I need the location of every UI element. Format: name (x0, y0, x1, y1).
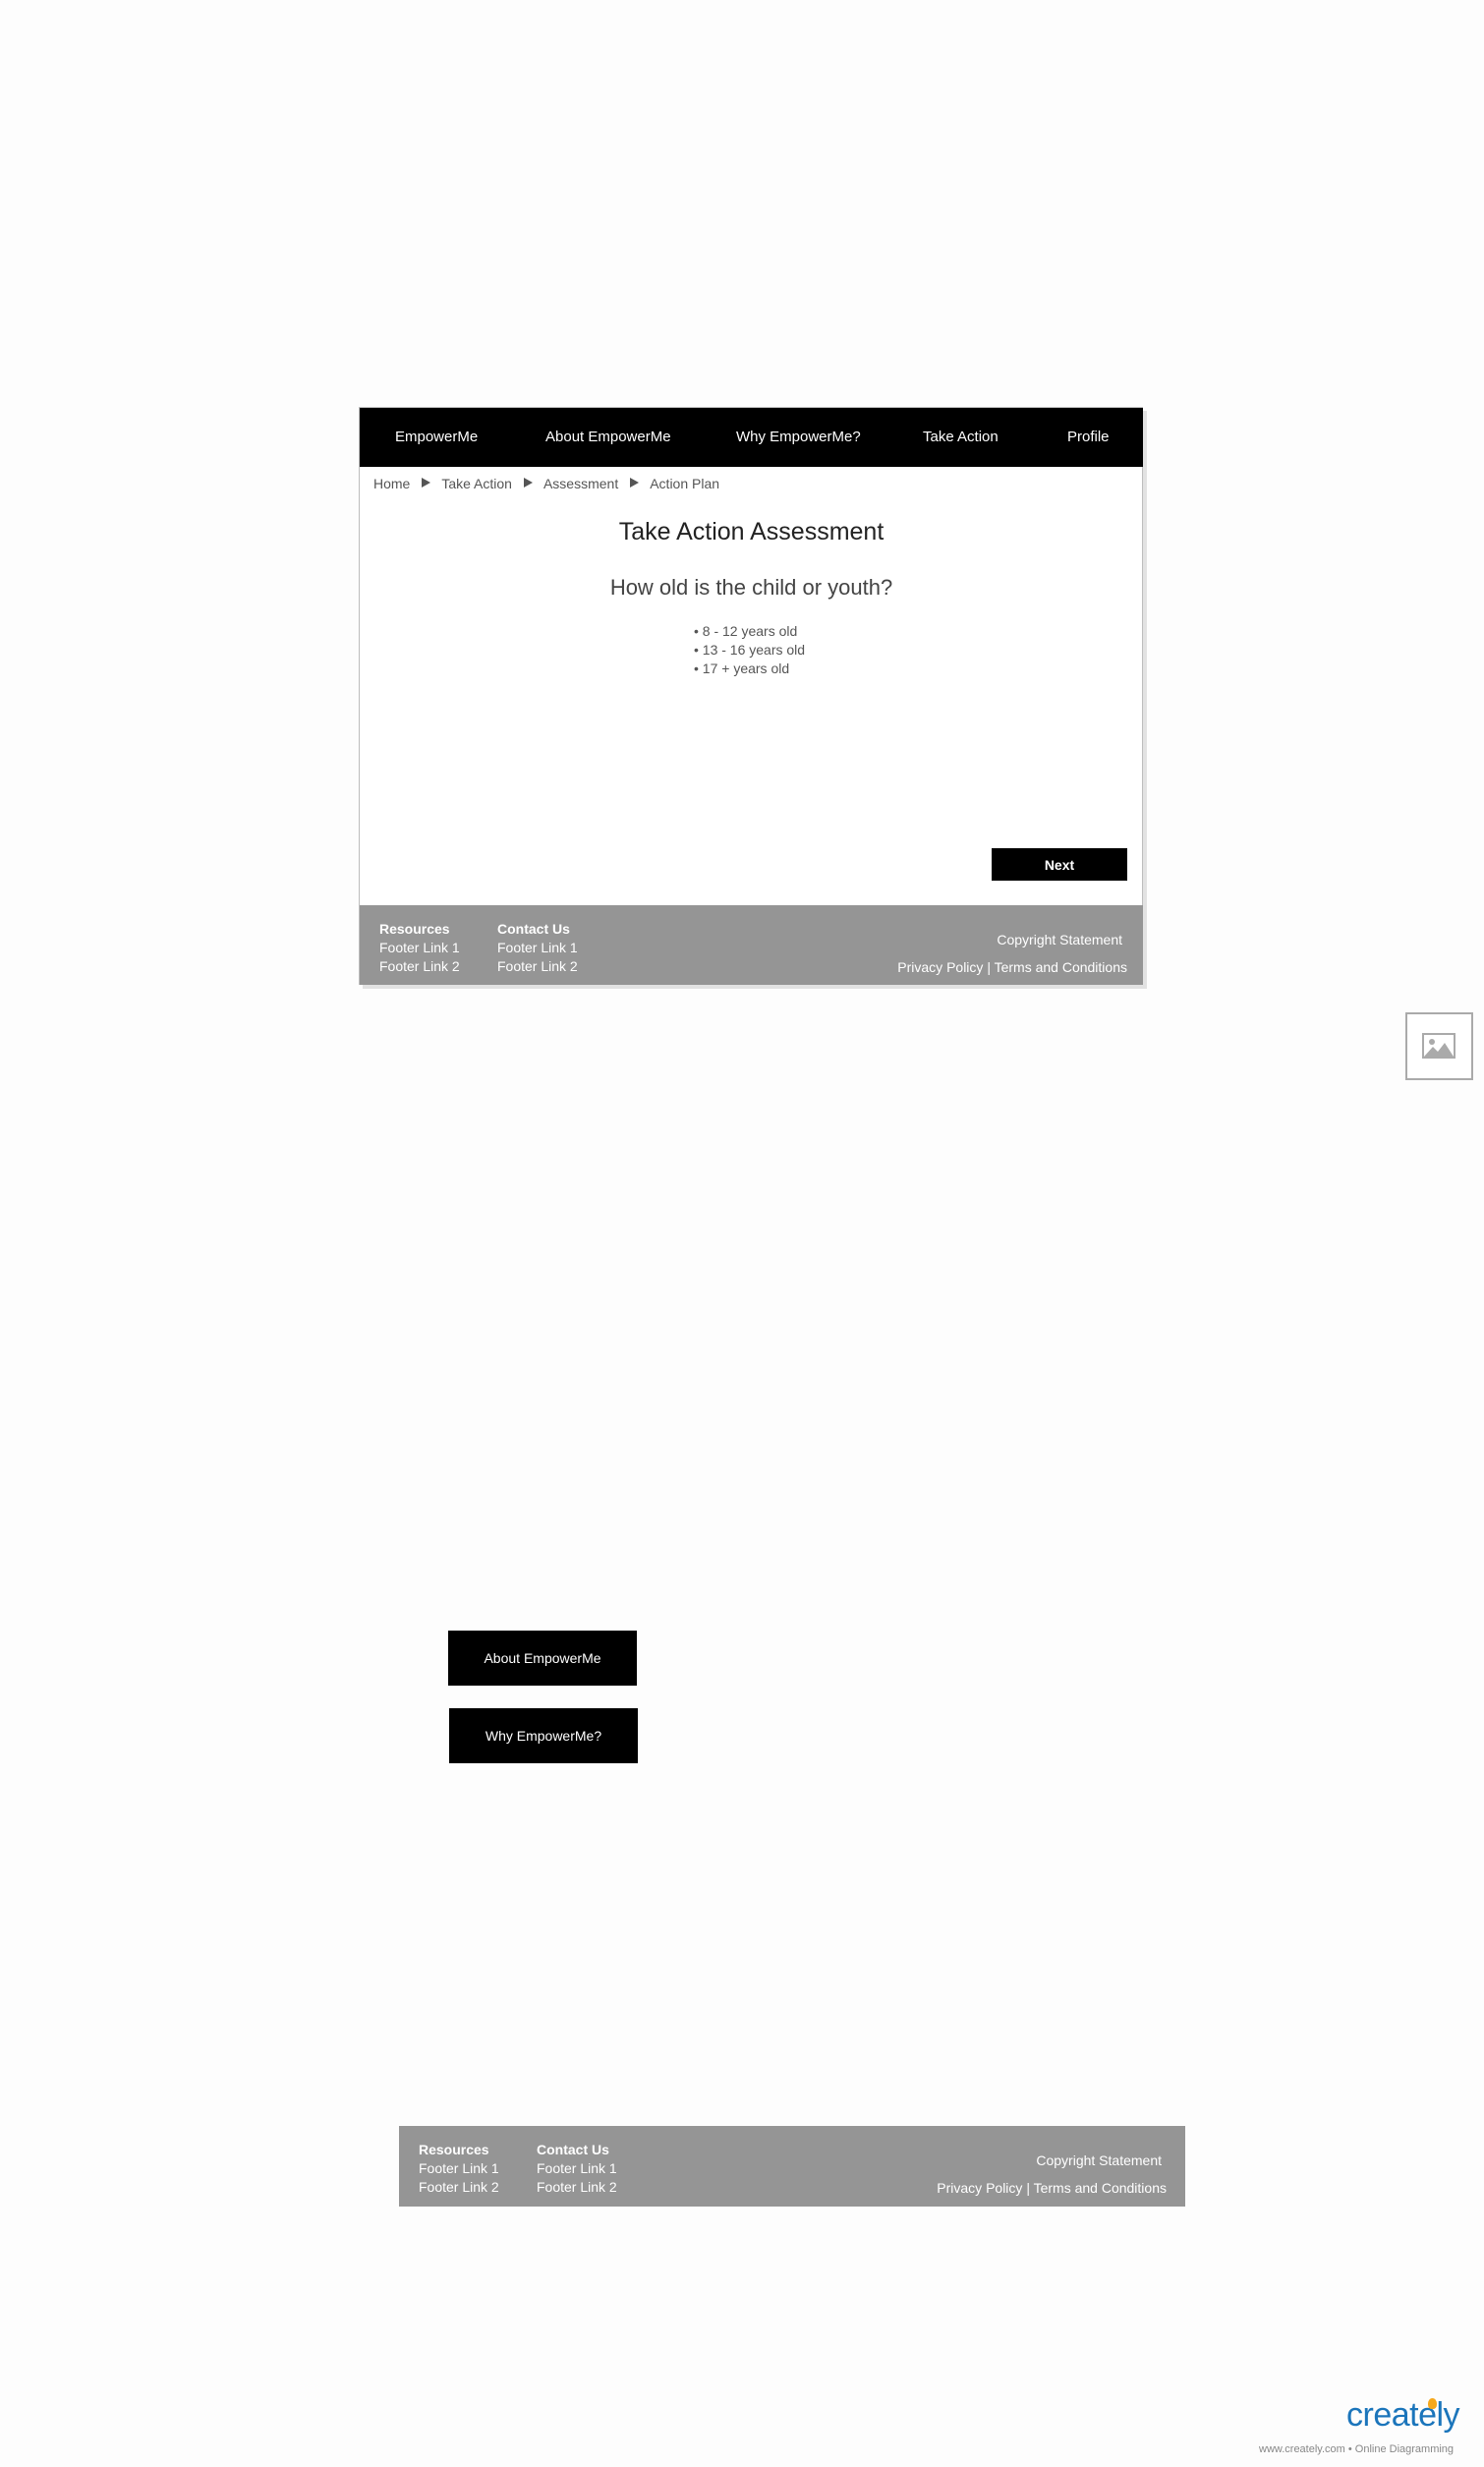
terms-link[interactable]: Terms and Conditions (1034, 2180, 1167, 2196)
about-empowerme-button[interactable]: About EmpowerMe (448, 1631, 637, 1686)
breadcrumb-action-plan[interactable]: Action Plan (650, 476, 719, 491)
legal-links: Privacy Policy | Terms and Conditions (937, 2180, 1167, 2196)
option-13-16[interactable]: • 13 - 16 years old (694, 641, 805, 660)
age-options-list: • 8 - 12 years old • 13 - 16 years old •… (694, 622, 805, 678)
legal-links: Privacy Policy | Terms and Conditions (897, 959, 1127, 975)
footer-link[interactable]: Footer Link 2 (379, 957, 460, 976)
footer-link[interactable]: Footer Link 2 (419, 2178, 499, 2197)
footer-link[interactable]: Footer Link 1 (379, 939, 460, 957)
copyright-statement: Copyright Statement (997, 932, 1122, 947)
footer-resources-title: Resources (419, 2142, 489, 2157)
footer-link[interactable]: Footer Link 1 (497, 939, 578, 957)
footer-contact-title: Contact Us (537, 2142, 609, 2157)
legal-divider: | (1026, 2180, 1030, 2196)
footer-contact-column: Contact Us Footer Link 1 Footer Link 2 (497, 920, 578, 976)
top-navigation-bar: EmpowerMe About EmpowerMe Why EmpowerMe?… (360, 408, 1143, 467)
option-17-plus[interactable]: • 17 + years old (694, 660, 805, 678)
standalone-footer: Resources Footer Link 1 Footer Link 2 Co… (399, 2126, 1185, 2207)
image-placeholder-icon (1405, 1012, 1473, 1080)
nav-item-why[interactable]: Why EmpowerMe? (736, 408, 861, 467)
nav-item-empowerme[interactable]: EmpowerMe (395, 408, 478, 467)
breadcrumb: Home Take Action Assessment Action Plan (373, 473, 719, 494)
breadcrumb-assessment[interactable]: Assessment (543, 476, 618, 491)
footer-link[interactable]: Footer Link 1 (537, 2159, 617, 2178)
lightbulb-icon (1428, 2398, 1437, 2409)
next-button[interactable]: Next (992, 848, 1127, 881)
breadcrumb-home[interactable]: Home (373, 476, 410, 491)
why-empowerme-button[interactable]: Why EmpowerMe? (449, 1708, 638, 1763)
question-text: How old is the child or youth? (609, 575, 893, 600)
footer-resources-column: Resources Footer Link 1 Footer Link 2 (379, 920, 460, 976)
privacy-policy-link[interactable]: Privacy Policy (937, 2180, 1022, 2196)
footer-link[interactable]: Footer Link 1 (419, 2159, 499, 2178)
footer-resources-title: Resources (379, 921, 450, 937)
breadcrumb-arrow-icon (630, 478, 640, 488)
page-footer: Resources Footer Link 1 Footer Link 2 Co… (360, 905, 1143, 985)
footer-contact-column: Contact Us Footer Link 1 Footer Link 2 (537, 2141, 617, 2197)
privacy-policy-link[interactable]: Privacy Policy (897, 959, 983, 975)
footer-link[interactable]: Footer Link 2 (497, 957, 578, 976)
breadcrumb-arrow-icon (422, 478, 431, 488)
wireframe-page: EmpowerMe About EmpowerMe Why EmpowerMe?… (359, 407, 1143, 985)
creately-logo: creately (1346, 2396, 1460, 2434)
nav-item-profile[interactable]: Profile (1067, 408, 1110, 467)
page-title: Take Action Assessment (618, 518, 885, 545)
legal-divider: | (987, 959, 991, 975)
watermark-text: www.creately.com • Online Diagramming (1259, 2443, 1455, 2455)
footer-link[interactable]: Footer Link 2 (537, 2178, 617, 2197)
copyright-statement: Copyright Statement (1036, 2152, 1162, 2168)
footer-contact-title: Contact Us (497, 921, 570, 937)
option-8-12[interactable]: • 8 - 12 years old (694, 622, 805, 641)
terms-link[interactable]: Terms and Conditions (995, 959, 1127, 975)
breadcrumb-take-action[interactable]: Take Action (441, 476, 512, 491)
picture-icon (1422, 1033, 1455, 1059)
nav-item-take-action[interactable]: Take Action (923, 408, 999, 467)
footer-resources-column: Resources Footer Link 1 Footer Link 2 (419, 2141, 499, 2197)
breadcrumb-arrow-icon (523, 478, 533, 488)
nav-item-about[interactable]: About EmpowerMe (545, 408, 671, 467)
